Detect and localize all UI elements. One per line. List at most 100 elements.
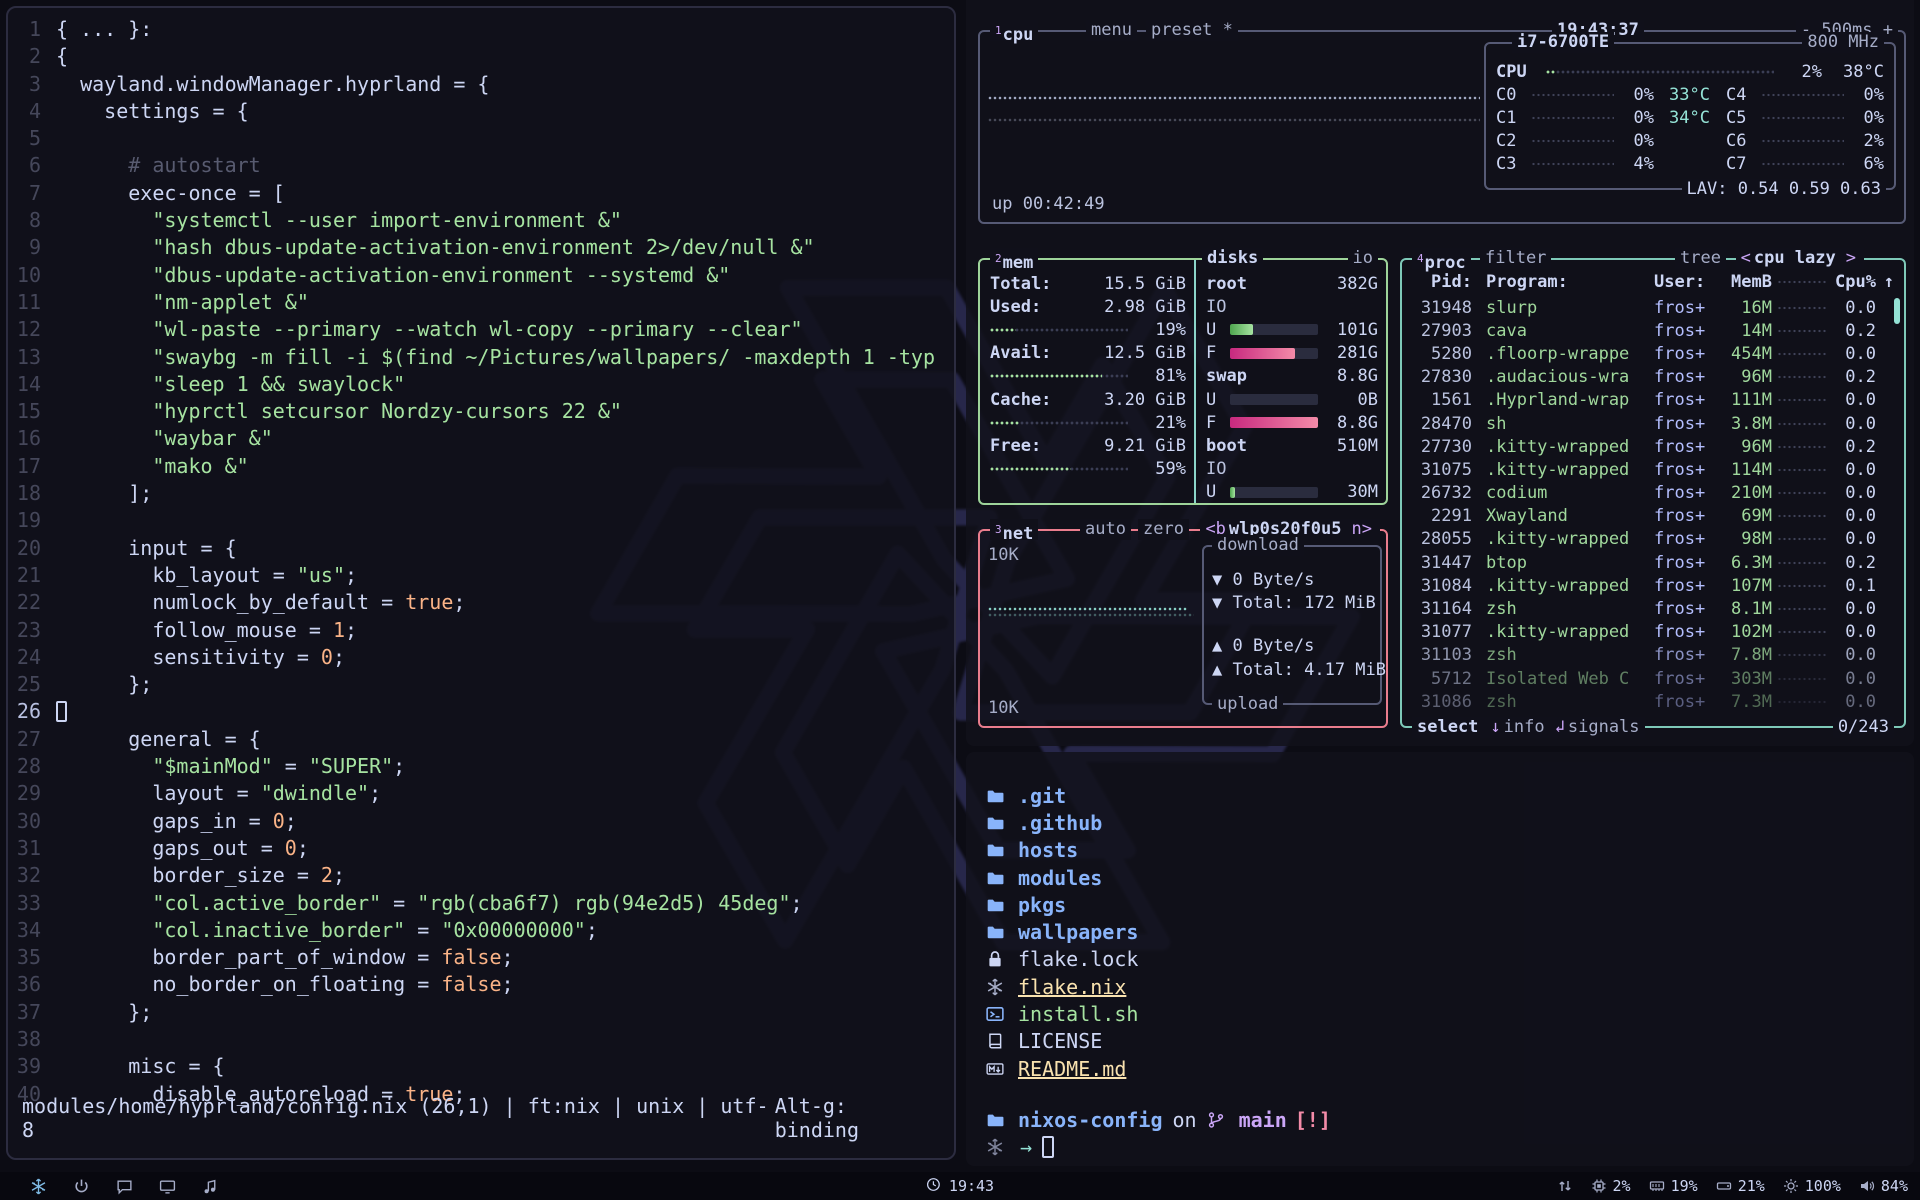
line-number: 14 [8,371,56,398]
net-box: 3net auto zero <bwlp0s20f0u5n> 10K 10K d… [978,529,1388,728]
proc-tree-toggle[interactable]: tree [1675,248,1726,269]
code-segment: follow_mouse = [56,618,333,642]
preset-button[interactable]: preset * [1146,20,1238,41]
network-traffic-module[interactable] [1557,1178,1573,1194]
code-line: 4 settings = { [8,98,954,125]
disk-module[interactable]: 21% [1716,1177,1765,1195]
net-zero-button[interactable]: zero [1138,519,1189,540]
cpu-box-title[interactable]: 1cpu [990,20,1038,41]
code-text: "dbus-update-activation-environment --sy… [56,262,730,289]
proc-box-title[interactable]: 4proc [1412,248,1471,269]
process-mem: 114M [1720,460,1772,480]
mem-box-number: 2 [995,252,1002,265]
disks-title[interactable]: disks [1202,248,1263,269]
disk-name-row: swap8.8G [1206,365,1378,388]
memory-module[interactable]: 19% [1649,1177,1698,1195]
code-text: sensitivity = 0; [56,644,345,671]
mem-box-title[interactable]: 2mem [990,248,1038,269]
line-number: 23 [8,617,56,644]
signals-key-hint[interactable]: signals [1568,717,1640,737]
mem-meter-row: 19% [990,318,1186,341]
cpu-core-row: C10%34°CC50% [1486,106,1894,129]
select-key-hint[interactable]: select [1417,717,1478,737]
process-row[interactable]: 1561.Hyprland-wrapfros+111M0.0 [1402,389,1904,412]
chat-icon[interactable] [116,1178,133,1195]
process-row[interactable]: 31084.kitty-wrappedfros+107M0.1 [1402,574,1904,597]
header-memb[interactable]: MemB [1720,272,1772,292]
network-traffic-icon [1557,1178,1573,1194]
net-auto-button[interactable]: auto [1080,519,1131,540]
code-segment: 0 [273,809,285,833]
process-row[interactable]: 31164zshfros+8.1M0.0 [1402,597,1904,620]
process-row[interactable]: 27830.audacious-wrafros+96M0.2 [1402,366,1904,389]
header-user[interactable]: User: [1654,272,1720,292]
process-row[interactable]: 27730.kitty-wrappedfros+96M0.2 [1402,435,1904,458]
line-number: 24 [8,644,56,671]
disk-name: boot [1206,436,1247,456]
power-icon[interactable] [73,1178,90,1195]
process-cpu: 0.1 [1834,576,1876,596]
process-row[interactable]: 31077.kitty-wrappedfros+102M0.0 [1402,621,1904,644]
code-segment: ; [502,945,514,969]
display-icon[interactable] [159,1178,176,1195]
process-pid: 5712 [1410,669,1472,689]
process-name: .kitty-wrapped [1486,622,1654,642]
proc-filter-button[interactable]: filter [1480,248,1551,269]
process-table-header[interactable]: Pid: Program: User: MemB Cpu% ↑ [1402,270,1904,293]
book-icon [986,1032,1018,1050]
code-text: { [56,43,68,70]
process-pid: 28470 [1410,414,1472,434]
code-segment [56,754,152,778]
header-pid[interactable]: Pid: [1410,272,1472,292]
leader-dots [1778,653,1828,657]
process-row[interactable]: 2291Xwaylandfros+69M0.0 [1402,505,1904,528]
process-row[interactable]: 31075.kitty-wrappedfros+114M0.0 [1402,458,1904,481]
code-line: 7 exec-once = [ [8,180,954,207]
mem-value: 12.5 GiB [1104,343,1186,363]
code-segment: true [405,590,453,614]
shell-prompt-input[interactable]: → [986,1134,1914,1161]
volume-module[interactable]: 84% [1859,1177,1908,1195]
line-number: 15 [8,398,56,425]
disk-bar-label: F [1206,343,1222,363]
process-row[interactable]: 31447btopfros+6.3M0.2 [1402,551,1904,574]
brightness-module[interactable]: 100% [1783,1177,1841,1195]
code-segment: ; [333,863,345,887]
proc-sort-control[interactable]: <cpu lazy> [1736,248,1864,269]
header-cpu[interactable]: Cpu% [1834,272,1876,292]
proc-footer-keys[interactable]: select↓info↲signals [1412,717,1645,738]
process-row[interactable]: 31086zshfros+7.3M0.0 [1402,690,1904,713]
process-row[interactable]: 31103zshfros+7.8M0.0 [1402,644,1904,667]
waybar-clock[interactable]: 19:43 [926,1177,994,1196]
header-program[interactable]: Program: [1486,272,1654,292]
disks-io-toggle[interactable]: io [1348,248,1378,269]
cpu-box: 1cpu menu preset * 19:43:37 - 500ms + up… [978,30,1906,224]
proc-box: 4proc filter tree <cpu lazy> Pid: Progra… [1400,258,1906,728]
code-line: 39 misc = { [8,1053,954,1080]
process-row[interactable]: 26732codiumfros+210M0.0 [1402,482,1904,505]
net-scale-bottom: 10K [988,698,1019,718]
cpu-module[interactable]: 2% [1591,1177,1631,1195]
process-row[interactable]: 27903cavafros+14M0.2 [1402,319,1904,342]
nixos-logo-icon[interactable] [30,1178,47,1195]
lock-icon [986,950,1018,968]
code-segment: false [441,945,501,969]
process-row[interactable]: 5280.floorp-wrappefros+454M0.0 [1402,342,1904,365]
menu-button[interactable]: menu [1086,20,1137,41]
leader-dots [1778,468,1828,472]
proc-scrollbar-thumb[interactable] [1894,298,1900,324]
process-row[interactable]: 31948slurpfros+16M0.0 [1402,296,1904,319]
process-row[interactable]: 5712Isolated Web Cfros+303M0.0 [1402,667,1904,690]
info-key-hint[interactable]: info [1504,717,1545,737]
scroll-up-icon[interactable]: ↑ [1876,272,1894,292]
music-icon[interactable] [202,1178,219,1195]
process-row[interactable]: 28055.kitty-wrappedfros+98M0.0 [1402,528,1904,551]
line-number: 29 [8,780,56,807]
cpu-icon [1591,1178,1607,1194]
code-area[interactable]: 1{ ... }:2{3 wayland.windowManager.hyprl… [8,8,954,1108]
leader-dots [1762,139,1844,143]
net-box-title[interactable]: 3net [990,519,1038,540]
process-row[interactable]: 28470shfros+3.8M0.0 [1402,412,1904,435]
mem-meter-row: 59% [990,458,1186,481]
mem-value: 15.5 GiB [1104,274,1186,294]
